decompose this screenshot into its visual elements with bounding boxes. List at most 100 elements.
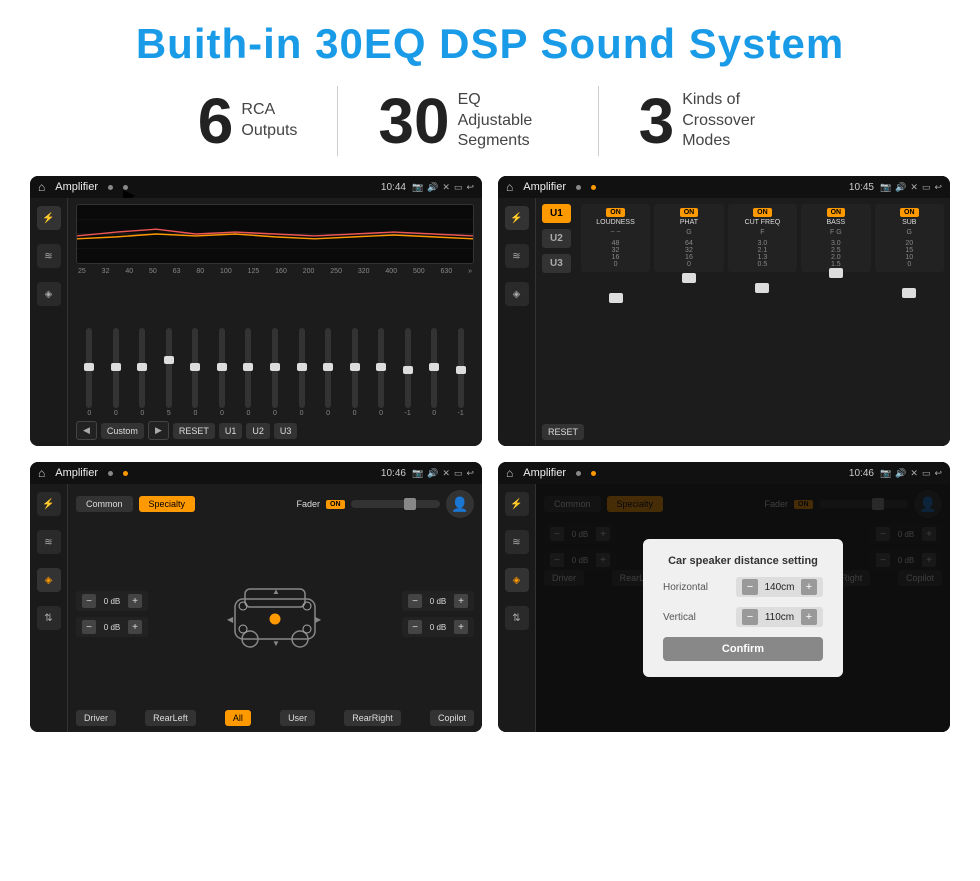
- dsp-sidebar-eq-icon[interactable]: ⚡: [505, 206, 529, 230]
- dsp-bass-on: ON: [827, 208, 846, 217]
- eq-u1-button[interactable]: U1: [219, 423, 243, 439]
- dist-dot2: [591, 471, 596, 476]
- cross-user-button[interactable]: User: [280, 710, 315, 726]
- cross-rearleft-button[interactable]: RearLeft: [145, 710, 196, 726]
- cross-time: 10:46: [381, 468, 406, 479]
- dist-x-icon: ✕: [910, 468, 918, 479]
- dist-sidebar-arrows-icon[interactable]: ⇅: [505, 606, 529, 630]
- eq-prev-button[interactable]: ◀: [76, 421, 97, 440]
- eq-dot2: ▶: [123, 185, 128, 190]
- cross-sidebar-eq-icon[interactable]: ⚡: [37, 492, 61, 516]
- cross-all-button[interactable]: All: [225, 710, 251, 726]
- dist-horizontal-minus[interactable]: −: [742, 579, 758, 595]
- eq-home-icon: ⌂: [38, 180, 45, 194]
- eq-main-area: 25 32 40 50 63 80 100 125 160 200 250 32…: [68, 198, 482, 446]
- dist-sidebar-eq-icon[interactable]: ⚡: [505, 492, 529, 516]
- dsp-sidebar: ⚡ ≋ ◈: [498, 198, 536, 446]
- dsp-screen: ⌂ Amplifier 10:45 📷 🔊 ✕ ▭ ↩ ⚡ ≋ ◈: [498, 176, 950, 446]
- dist-sidebar-wave-icon[interactable]: ≋: [505, 530, 529, 554]
- dsp-sidebar-speaker-icon[interactable]: ◈: [505, 282, 529, 306]
- eq-slider-11: 0: [343, 328, 366, 417]
- dist-confirm-button[interactable]: Confirm: [663, 637, 823, 661]
- dsp-reset-button[interactable]: RESET: [542, 424, 584, 440]
- dsp-u2-button[interactable]: U2: [542, 229, 571, 248]
- cross-sidebar-arrows-icon[interactable]: ⇅: [37, 606, 61, 630]
- eq-reset-button[interactable]: RESET: [173, 423, 215, 439]
- dsp-back-icon: ↩: [934, 182, 942, 193]
- cross-content: ⚡ ≋ ◈ ⇅ Common Specialty Fader ON: [30, 484, 482, 732]
- eq-x-icon: ✕: [442, 182, 450, 193]
- cross-db-minus-3[interactable]: −: [408, 594, 422, 608]
- cross-db-ctrl-4: − 0 dB +: [402, 617, 474, 637]
- cross-db-plus-4[interactable]: +: [454, 620, 468, 634]
- eq-sidebar-wave-icon[interactable]: ≋: [37, 244, 61, 268]
- dsp-sidebar-wave-icon[interactable]: ≋: [505, 244, 529, 268]
- cross-home-icon: ⌂: [38, 466, 45, 480]
- eq-slider-6: 0: [211, 328, 234, 417]
- eq-slider-2: 0: [105, 328, 128, 417]
- cross-status-icons: 📷 🔊 ✕ ▭ ↩: [412, 468, 474, 479]
- cross-tab-common[interactable]: Common: [76, 496, 133, 512]
- dist-sidebar-speaker-icon[interactable]: ◈: [505, 568, 529, 592]
- cross-x-icon: ✕: [442, 468, 450, 479]
- eq-u2-button[interactable]: U2: [246, 423, 270, 439]
- eq-slider-7: 0: [237, 328, 260, 417]
- cross-db-plus-3[interactable]: +: [454, 594, 468, 608]
- cross-rearright-button[interactable]: RearRight: [344, 710, 401, 726]
- eq-sidebar-eq-icon[interactable]: ⚡: [37, 206, 61, 230]
- dist-modal-horizontal-label: Horizontal: [663, 582, 718, 593]
- dist-modal-vertical-row: Vertical − 110cm +: [663, 607, 823, 627]
- cross-db-plus-2[interactable]: +: [128, 620, 142, 634]
- dsp-bass-label: BASS: [826, 219, 845, 226]
- stat-eq-number: 30: [378, 89, 449, 153]
- eq-volume-icon: 🔊: [427, 182, 438, 193]
- cross-sidebar-speaker-icon[interactable]: ◈: [37, 568, 61, 592]
- eq-u3-button[interactable]: U3: [274, 423, 298, 439]
- eq-slider-15: -1: [449, 328, 472, 417]
- dsp-title: Amplifier: [523, 181, 566, 193]
- cross-camera-icon: 📷: [412, 468, 423, 479]
- dist-vertical-minus[interactable]: −: [742, 609, 758, 625]
- eq-slider-8: 0: [264, 328, 287, 417]
- eq-slider-4: 5: [158, 328, 181, 417]
- cross-sidebar-wave-icon[interactable]: ≋: [37, 530, 61, 554]
- cross-tab-specialty[interactable]: Specialty: [139, 496, 196, 512]
- dist-dot1: [576, 471, 581, 476]
- cross-db-plus-1[interactable]: +: [128, 594, 142, 608]
- dist-content: ⚡ ≋ ◈ ⇅ Common Specialty Fader ON: [498, 484, 950, 732]
- eq-custom-button[interactable]: Custom: [101, 423, 144, 439]
- eq-rect-icon: ▭: [454, 182, 463, 193]
- dsp-loudness-label: LOUDNESS: [596, 219, 635, 226]
- eq-content: ⚡ ≋ ◈: [30, 198, 482, 446]
- cross-copilot-button[interactable]: Copilot: [430, 710, 474, 726]
- cross-db-minus-2[interactable]: −: [82, 620, 96, 634]
- dsp-rect-icon: ▭: [922, 182, 931, 193]
- dist-home-icon: ⌂: [506, 466, 513, 480]
- eq-dot1: [108, 185, 113, 190]
- eq-time: 10:44: [381, 182, 406, 193]
- dist-status-icons: 📷 🔊 ✕ ▭ ↩: [880, 468, 942, 479]
- cross-dot2: [123, 471, 128, 476]
- dsp-u1-button[interactable]: U1: [542, 204, 571, 223]
- dist-modal-vertical-label: Vertical: [663, 612, 718, 623]
- cross-dot1: [108, 471, 113, 476]
- eq-next-button[interactable]: ▶: [148, 421, 169, 440]
- dsp-sub-on: ON: [900, 208, 919, 217]
- cross-db-minus-1[interactable]: −: [82, 594, 96, 608]
- dist-horizontal-plus[interactable]: +: [801, 579, 817, 595]
- dsp-time: 10:45: [849, 182, 874, 193]
- dsp-u3-button[interactable]: U3: [542, 254, 571, 273]
- cross-fader-label: Fader: [297, 499, 321, 509]
- dsp-phat-channel: ON PHAT G 64 32 16 0: [654, 204, 723, 272]
- dist-vertical-plus[interactable]: +: [801, 609, 817, 625]
- stat-crossover-number: 3: [639, 89, 675, 153]
- dsp-dot2: [591, 185, 596, 190]
- eq-sidebar-speaker-icon[interactable]: ◈: [37, 282, 61, 306]
- dsp-main-area: U1 U2 U3 ON LOUDNESS ~ ~: [536, 198, 950, 446]
- eq-slider-9: 0: [290, 328, 313, 417]
- dist-modal-box: Car speaker distance setting Horizontal …: [643, 539, 843, 677]
- cross-db-minus-4[interactable]: −: [408, 620, 422, 634]
- svg-text:▼: ▼: [272, 639, 280, 648]
- cross-fader-slider[interactable]: [351, 500, 440, 508]
- cross-driver-button[interactable]: Driver: [76, 710, 116, 726]
